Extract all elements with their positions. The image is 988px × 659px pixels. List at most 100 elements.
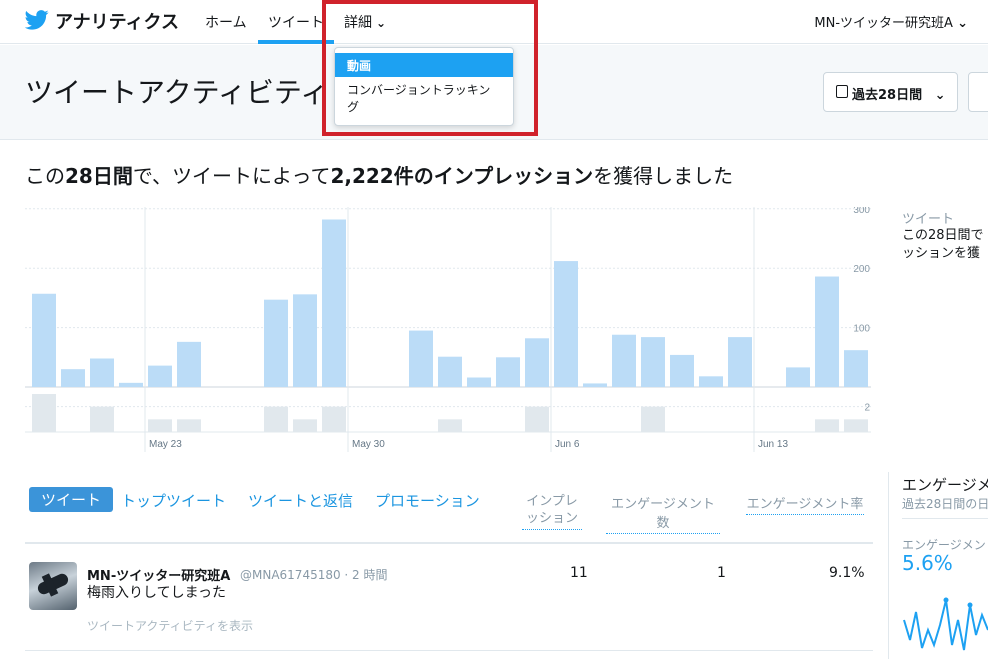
nav-home[interactable]: ホーム (205, 12, 247, 32)
engagement-panel-title: エンゲージメ (902, 476, 988, 494)
menu-item-conversion-line1: コンバージョントラッキン (347, 83, 491, 97)
tab-tweets[interactable]: ツイート (29, 487, 114, 512)
chevron-down-icon: ⌄ (957, 16, 968, 31)
impression-bar (786, 367, 810, 387)
x-tick-label: May 23 (149, 439, 182, 450)
more-dropdown-menu: 動画 コンバージョントラッキング (334, 47, 514, 126)
engagement-rate-value: 5.6% (902, 551, 953, 575)
engagement-bar (90, 406, 114, 432)
tweet-text[interactable]: 梅雨入りしてしまった (87, 582, 226, 602)
impression-bar (815, 276, 839, 387)
summary-suffix: を獲得しました (593, 164, 734, 188)
engagement-bar (438, 419, 462, 432)
impression-bar (409, 330, 433, 387)
side-panel-description: この28日間で ッションを獲 (902, 227, 988, 263)
engagement-rate-sparkline (903, 597, 988, 651)
summary-text: この28日間で、ツイートによって2,222件のインプレッションを獲得しました (25, 160, 733, 189)
impression-bar (525, 338, 549, 387)
engagement-bar (641, 406, 665, 432)
impression-bar (32, 293, 56, 387)
impression-bar (467, 377, 491, 387)
engagement-bar (525, 406, 549, 432)
column-impressions-line1: インプレ (526, 494, 578, 509)
calendar-icon (836, 85, 848, 98)
engagement-bar (32, 394, 56, 432)
impression-bar (699, 376, 723, 387)
x-tick-label: Jun 13 (758, 439, 788, 450)
impression-bar (554, 261, 578, 387)
side-desc-line2: ッションを獲 (902, 246, 981, 261)
date-range-label: 過去28日間 (852, 88, 923, 103)
engagement-bar (264, 406, 288, 432)
impression-bar (612, 334, 636, 387)
view-tweet-activity-link[interactable]: ツイートアクティビティを表示 (87, 617, 253, 634)
account-name: MN-ツイッター研究班A (814, 16, 953, 31)
nav-more-dropdown[interactable]: 詳細 ⌄ (344, 12, 386, 32)
page-title: ツイートアクティビティ (25, 76, 329, 109)
tweet-impressions: 11 (570, 565, 588, 581)
chevron-down-icon: ⌄ (376, 16, 387, 30)
impression-bar (583, 383, 607, 387)
impression-bar (90, 358, 114, 387)
impression-bar (177, 341, 201, 387)
column-engagement-rate[interactable]: エンゲージメント率 (746, 493, 864, 515)
active-tab-indicator (258, 40, 334, 44)
impression-bar (322, 219, 346, 387)
impression-bar (641, 337, 665, 387)
impression-bar (438, 356, 462, 387)
top-nav: アナリティクス ホーム ツイート 詳細 ⌄ MN-ツイッター研究班A ⌄ (0, 0, 988, 44)
engagement-bar (322, 406, 346, 432)
summary-period: 28日間 (65, 164, 133, 188)
impression-bar (496, 357, 520, 387)
summary-middle: で、ツイートによって (132, 164, 331, 188)
column-impressions[interactable]: インプレ ッション (522, 493, 582, 530)
row-divider (25, 650, 873, 651)
avatar[interactable] (29, 562, 77, 610)
summary-count: 2,222件のインプレッション (330, 164, 594, 188)
impression-bar (728, 337, 752, 387)
app-title[interactable]: アナリティクス (55, 8, 179, 34)
impression-bar (148, 365, 172, 387)
impression-bar (293, 294, 317, 387)
side-panel-label: ツイート (902, 212, 955, 227)
nav-more-label: 詳細 (344, 15, 372, 31)
tab-promotions[interactable]: プロモーション (375, 490, 480, 511)
account-menu[interactable]: MN-ツイッター研究班A ⌄ (814, 12, 968, 31)
tab-top-tweets[interactable]: トップツイート (121, 490, 226, 511)
date-range-button[interactable]: 過去28日間 ⌄ (823, 72, 958, 112)
tweet-engagement-rate: 9.1% (829, 565, 865, 581)
x-tick-label: May 30 (352, 439, 385, 450)
export-button[interactable] (968, 72, 988, 112)
summary-prefix: この (25, 164, 65, 188)
nav-tweets[interactable]: ツイート (268, 12, 324, 32)
engagement-panel-subtitle: 過去28日間の日 (902, 497, 988, 511)
column-impressions-line2: ッション (525, 511, 578, 526)
column-engagements[interactable]: エンゲージメント数 (606, 493, 720, 534)
engagement-bar (815, 419, 839, 432)
menu-item-video[interactable]: 動画 (335, 53, 513, 77)
y-tick-label: 200 (853, 264, 870, 275)
tweet-handle-time: @MNA61745180 · 2 時間 (240, 568, 388, 582)
impression-bar (670, 354, 694, 387)
table-divider (25, 542, 873, 544)
eng-tick-label: 2 (864, 403, 870, 414)
impression-bar (119, 382, 143, 387)
tab-tweets-and-replies[interactable]: ツイートと返信 (248, 490, 353, 511)
menu-item-conversion-tracking[interactable]: コンバージョントラッキング (335, 77, 513, 121)
engagement-panel-divider (902, 518, 988, 519)
x-tick-label: Jun 6 (555, 439, 580, 450)
twitter-bird-icon[interactable] (25, 9, 49, 31)
impression-bar (844, 350, 868, 387)
impression-bar (264, 299, 288, 387)
y-tick-label: 100 (853, 324, 870, 335)
engagement-bar (293, 419, 317, 432)
side-desc-line1: この28日間で (902, 228, 984, 243)
impressions-chart: 100 200 300 2 May 23 May 30 Jun 6 Jun 13 (25, 207, 871, 452)
engagement-bar (844, 419, 868, 432)
impression-bar (61, 369, 85, 387)
menu-item-conversion-line2: グ (347, 100, 360, 114)
chevron-down-icon: ⌄ (934, 88, 946, 103)
y-tick-label: 300 (853, 207, 870, 216)
tweet-engagements: 1 (717, 565, 726, 581)
engagement-bar (177, 419, 201, 432)
